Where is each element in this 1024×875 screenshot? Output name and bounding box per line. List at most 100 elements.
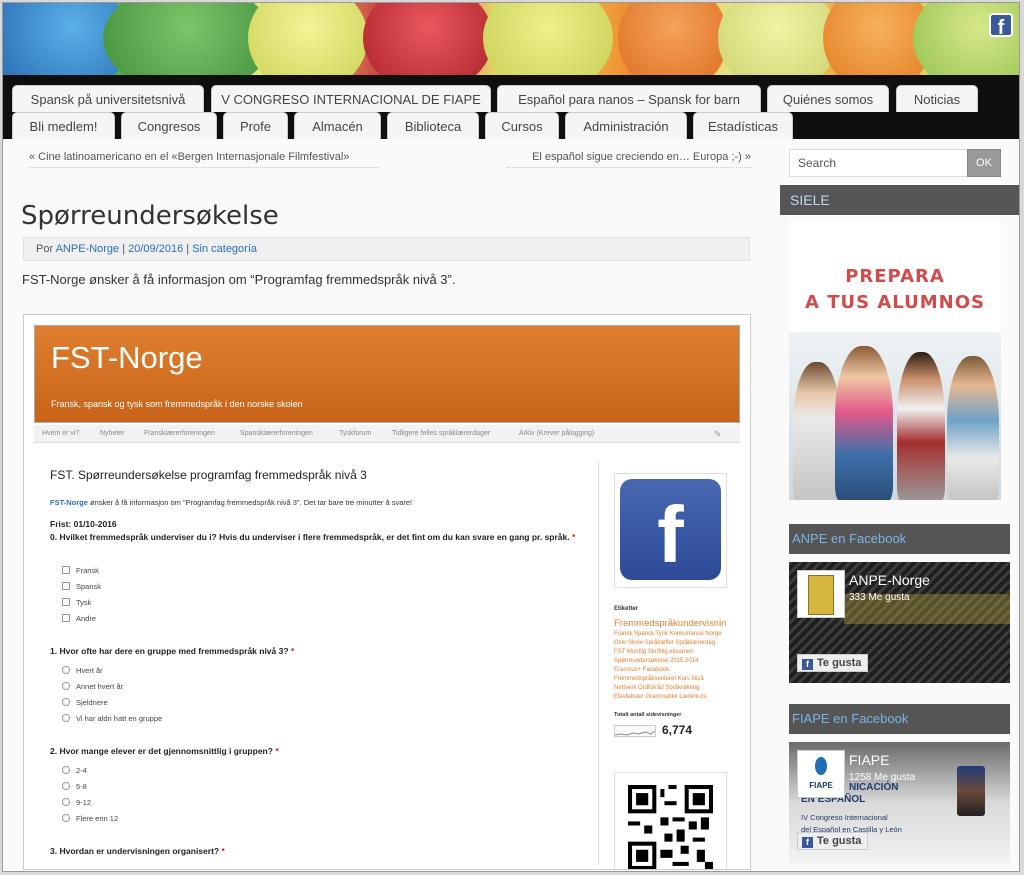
fiape-like-count: 1258 Me gusta <box>849 772 916 783</box>
question-text: 1. Hvor ofte har dere en gruppe med frem… <box>50 646 289 656</box>
tag-big[interactable]: Fremmedspråkundervisning <box>614 618 726 630</box>
stats-label: Totalt antall sidevisninger <box>614 712 682 718</box>
nav-tab-cursos[interactable]: Cursos <box>485 112 559 139</box>
nav-tab-profe[interactable]: Profe <box>223 112 288 139</box>
meta-by: Por <box>36 243 54 255</box>
facebook-icon: f <box>802 659 813 670</box>
form-intro-strong: FST-Norge <box>50 498 88 507</box>
checkbox-option[interactable]: Spansk <box>62 582 101 591</box>
siele-heading: SIELE <box>780 185 1019 215</box>
page-frame: f Spansk på universitetsnivå V CONGRESO … <box>2 2 1020 872</box>
nav-tab-quienes-somos[interactable]: Quiénes somos <box>767 85 889 112</box>
nav-tab-spansk-universitet[interactable]: Spansk på universitetsnivå <box>12 85 204 112</box>
radio-option[interactable]: Sjeldnere <box>62 698 108 707</box>
wrench-icon: ✎ <box>714 429 722 439</box>
pageview-sparkline <box>614 725 656 737</box>
question-0: 0. Hvilket fremmedspråk underviser du i?… <box>50 531 580 544</box>
question-2: 2. Hvor mange elever er det gjennomsnitt… <box>50 745 580 758</box>
radio-option[interactable]: Vi har aldri hatt en gruppe <box>62 714 162 723</box>
fiape-facebook-heading: FIAPE en Facebook <box>789 704 1010 734</box>
fiape-avatar-label: FIAPE <box>809 781 833 790</box>
nav-tab-nanos[interactable]: Español para nanos – Spansk for barn <box>497 85 761 112</box>
radio-option[interactable]: 5-8 <box>62 782 87 791</box>
question-text: 2. Hvor mange elever er det gjennomsnitt… <box>50 746 273 756</box>
required-mark: * <box>290 646 295 656</box>
like-button-label: Te gusta <box>817 657 862 669</box>
radio-option[interactable]: 9-12 <box>62 798 91 807</box>
question-3: 3. Hvordan er undervisningen organisert?… <box>50 845 580 858</box>
radio-option[interactable]: 2-4 <box>62 766 87 775</box>
fst-nav-item: Arkiv (Krever pålogging) <box>519 430 595 437</box>
fst-facebook-widget[interactable]: f <box>614 473 727 588</box>
required-mark: * <box>221 846 225 856</box>
tag-list[interactable]: Fransk Spansk Tysk Konkurranse Norge Osl… <box>614 630 726 698</box>
anpe-page-name[interactable]: ANPE-Norge <box>849 572 930 588</box>
fiape-page-name[interactable]: FIAPE <box>849 752 889 768</box>
facebook-icon: f <box>802 837 813 848</box>
like-button-label: Te gusta <box>817 835 862 847</box>
qr-widget <box>614 772 727 869</box>
page-title: Spørreundersøkelse <box>21 201 279 231</box>
fiape-facebook-box[interactable]: NICACIÓN EN ESPAÑOL IV Congreso Internac… <box>789 742 1010 863</box>
form-intro: FST-Norge ønsker å få informasjon om "Pr… <box>50 498 412 507</box>
radio-option[interactable]: Hvert år <box>62 666 103 675</box>
required-mark: * <box>572 532 576 542</box>
nav-tab-almacen[interactable]: Almacén <box>294 112 381 139</box>
nav-tab-congreso[interactable]: V CONGRESO INTERNACIONAL DE FIAPE <box>211 85 491 112</box>
question-1: 1. Hvor ofte har dere en gruppe med frem… <box>50 645 580 658</box>
nav-tab-noticias[interactable]: Noticias <box>896 85 978 112</box>
search-button[interactable]: OK <box>967 149 1001 177</box>
checkbox-option[interactable]: Fransk <box>62 566 99 575</box>
post-intro: FST-Norge ønsker å få informasjon om “Pr… <box>22 272 456 287</box>
fst-nav: Hvem er vi? Nyheter Franskiærerforeninge… <box>34 425 740 443</box>
qr-code-icon <box>628 785 713 869</box>
main-nav: Spansk på universitetsnivå V CONGRESO IN… <box>3 75 1019 139</box>
radio-option[interactable]: Flere enn 12 <box>62 814 118 823</box>
facebook-icon[interactable]: f <box>989 13 1013 39</box>
nav-tab-bli-medlem[interactable]: Bli medlem! <box>12 112 115 139</box>
nav-tab-biblioteca[interactable]: Biblioteca <box>387 112 479 139</box>
anpe-facebook-box[interactable]: ANPE-Norge 333 Me gusta f Te gusta <box>789 562 1010 683</box>
search-input[interactable]: Search <box>789 149 969 177</box>
pageview-count: 6,774 <box>662 723 693 737</box>
question-text: 3. Hvordan er undervisningen organisert? <box>50 846 220 856</box>
fiape-avatar: FIAPE <box>797 750 845 798</box>
fiape-like-button[interactable]: f Te gusta <box>797 832 869 850</box>
embedded-screenshot: FST-Norge Fransk, spansk og tysk som fre… <box>23 314 751 870</box>
form-deadline: Frist: 01/10-2016 <box>50 519 117 529</box>
anpe-avatar <box>797 570 845 618</box>
date-link[interactable]: 20/09/2016 <box>128 243 183 255</box>
nav-tab-estadisticas[interactable]: Estadísticas <box>693 112 793 139</box>
fst-banner: FST-Norge Fransk, spansk og tysk som fre… <box>34 325 740 423</box>
author-link[interactable]: ANPE-Norge <box>56 243 120 255</box>
checkbox-option[interactable]: Andre <box>62 614 96 623</box>
etiketter-label: Etiketter <box>614 606 639 612</box>
fst-nav-item: Hvem er vi? <box>42 430 80 437</box>
facebook-logo-icon: f <box>620 479 721 580</box>
required-mark: * <box>275 746 279 756</box>
sidebar: Search OK SIELE PREPARA A TUS ALUMNOS AN… <box>768 139 1019 871</box>
fst-nav-item: Tyskforum <box>339 430 372 437</box>
ad-line-2: A TUS ALUMNOS <box>805 292 985 313</box>
fst-site-subtitle: Fransk, spansk og tysk som fremmedspråk … <box>51 399 303 409</box>
siele-ad[interactable]: PREPARA A TUS ALUMNOS <box>789 222 1001 500</box>
ad-photo <box>789 332 1001 500</box>
main-content: « Cine latinoamericano en el «Bergen Int… <box>3 139 768 871</box>
anpe-like-button[interactable]: f Te gusta <box>797 654 869 672</box>
checkbox-option[interactable]: Tysk <box>62 598 91 607</box>
fst-nav-item: Tidligere felles språklærerdager <box>392 430 491 437</box>
fiape-portrait <box>957 766 985 816</box>
nav-tab-congresos[interactable]: Congresos <box>121 112 217 139</box>
post-meta: Por ANPE-Norge | 20/09/2016 | Sin catego… <box>23 237 750 261</box>
nav-tab-administracion[interactable]: Administración <box>565 112 687 139</box>
fst-site-title: FST-Norge <box>51 340 203 375</box>
radio-option[interactable]: Annet hvert år <box>62 682 123 691</box>
prev-post-link[interactable]: « Cine latinoamericano en el «Bergen Int… <box>29 149 379 168</box>
next-post-link[interactable]: El español sigue creciendo en… Europa ;-… <box>507 149 751 168</box>
header-banner: f <box>3 3 1019 75</box>
form-title: FST. Spørreundersøkelse programfag fremm… <box>50 468 367 482</box>
anpe-facebook-heading: ANPE en Facebook <box>789 524 1010 554</box>
meta-separator: | <box>122 243 126 255</box>
category-link[interactable]: Sin categoría <box>192 243 257 255</box>
fst-sidebar-divider <box>598 460 599 865</box>
